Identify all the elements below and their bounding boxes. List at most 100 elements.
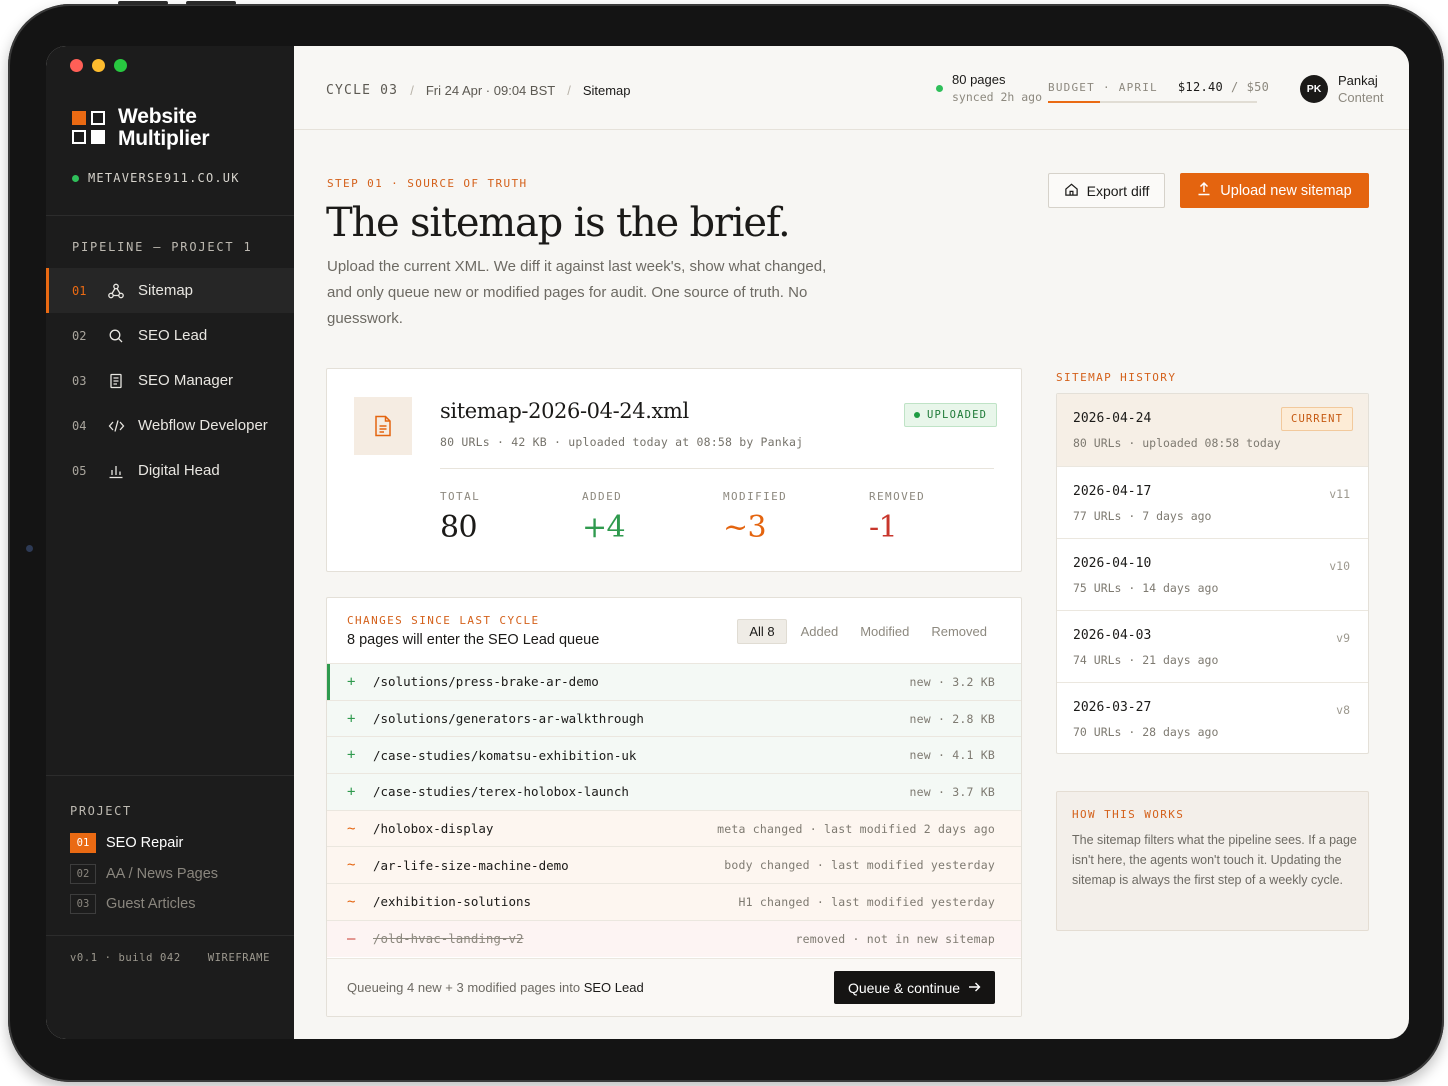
change-info: removed · not in new sitemap xyxy=(795,931,995,946)
logo-mark-icon xyxy=(72,111,106,145)
stat-label: REMOVED xyxy=(869,490,926,503)
change-row[interactable]: + /case-studies/komatsu-exhibition-uk ne… xyxy=(327,736,1021,774)
history-meta: 77 URLs · 7 days ago xyxy=(1073,509,1212,523)
main-content: CYCLE 03 / Fri 24 Apr · 09:04 BST / Site… xyxy=(294,46,1409,1039)
upload-sitemap-label: Upload new sitemap xyxy=(1220,182,1352,199)
tab-all[interactable]: All 8 xyxy=(737,619,787,644)
nav-item-sitemap[interactable]: 01 Sitemap xyxy=(46,268,294,313)
version-label: v0.1 · build 042 xyxy=(70,952,181,964)
status-dot-icon xyxy=(914,412,920,418)
minimize-window-button[interactable] xyxy=(92,59,105,72)
file-icon xyxy=(354,397,412,455)
mode-label: WIREFRAME xyxy=(207,952,270,964)
change-info: new · 3.2 KB xyxy=(909,674,995,689)
change-row[interactable]: ~ /exhibition-solutions H1 changed · las… xyxy=(327,883,1021,920)
breadcrumb-date[interactable]: Fri 24 Apr · 09:04 BST xyxy=(426,83,555,98)
history-version: v11 xyxy=(1329,487,1350,501)
history-item[interactable]: 2026-04-24 80 URLs · uploaded 08:58 toda… xyxy=(1057,394,1368,466)
change-path: /holobox-display xyxy=(373,821,494,837)
project-number: 01 xyxy=(70,833,96,854)
change-row[interactable]: ~ /holobox-display meta changed · last m… xyxy=(327,809,1021,847)
change-row[interactable]: + /case-studies/terex-holobox-launch new… xyxy=(327,773,1021,810)
budget-label: BUDGET xyxy=(1048,80,1095,94)
nav-item-number: 02 xyxy=(72,328,87,343)
breadcrumb-current: Sitemap xyxy=(582,83,631,98)
arrow-right-icon xyxy=(968,980,981,996)
code-icon xyxy=(108,418,138,434)
project-number: 02 xyxy=(70,863,96,884)
history-meta: 74 URLs · 21 days ago xyxy=(1073,653,1219,667)
change-path: /solutions/generators-ar-walkthrough xyxy=(373,711,644,727)
queue-continue-button[interactable]: Queue & continue xyxy=(834,971,995,1004)
project-number: 03 xyxy=(70,894,96,915)
file-name: sitemap-2026-04-24.xml xyxy=(440,399,689,423)
history-version: v9 xyxy=(1336,631,1350,645)
history-label: SITEMAP HISTORY xyxy=(1056,371,1177,384)
nav-item-digital-head[interactable]: 05 Digital Head xyxy=(46,448,294,493)
modified-icon: ~ xyxy=(347,857,356,874)
history-date: 2026-04-03 xyxy=(1073,628,1152,643)
camera xyxy=(26,545,33,552)
divider xyxy=(46,215,294,216)
nav-item-seo-lead[interactable]: 02 SEO Lead xyxy=(46,313,294,358)
budget-meter: BUDGET · APRIL $12.40 / $50 xyxy=(1048,80,1269,103)
brand-name: Website Multiplier xyxy=(118,105,210,150)
maximize-window-button[interactable] xyxy=(114,59,127,72)
budget-progress-bar xyxy=(1048,101,1257,103)
nav-item-webflow-developer[interactable]: 04 Webflow Developer xyxy=(46,403,294,448)
upload-icon xyxy=(1197,181,1211,200)
how-it-works-text: The sitemap filters what the pipeline se… xyxy=(1072,833,1357,887)
document-icon xyxy=(108,373,138,389)
project-item-news-pages[interactable]: 02 AA / News Pages xyxy=(70,859,218,890)
tab-added[interactable]: Added xyxy=(793,619,847,644)
project-label-text: AA / News Pages xyxy=(106,865,219,882)
stat-label: TOTAL xyxy=(440,490,481,503)
removed-icon: – xyxy=(347,930,356,947)
breadcrumb-separator: / xyxy=(410,83,414,98)
divider xyxy=(46,775,294,776)
step-eyebrow: STEP 01 · SOURCE OF TRUTH xyxy=(327,177,528,190)
breadcrumb-cycle[interactable]: CYCLE 03 xyxy=(326,83,398,98)
search-icon xyxy=(108,328,138,344)
change-info: new · 2.8 KB xyxy=(909,711,995,726)
nav-item-label: SEO Lead xyxy=(138,327,208,344)
nav-item-seo-manager[interactable]: 03 SEO Manager xyxy=(46,358,294,403)
file-meta: 80 URLs · 42 KB · uploaded today at 08:5… xyxy=(440,435,804,449)
home-icon xyxy=(1064,182,1079,200)
history-item[interactable]: 2026-03-27 70 URLs · 28 days ago v8 xyxy=(1057,682,1368,754)
queue-summary: Queueing 4 new + 3 modified pages into S… xyxy=(347,980,644,995)
budget-slash: / xyxy=(1231,80,1239,94)
page-title: The sitemap is the brief. xyxy=(326,200,791,246)
project-label: PROJECT xyxy=(70,804,132,818)
history-item[interactable]: 2026-04-17 77 URLs · 7 days ago v11 xyxy=(1057,466,1368,538)
user-menu[interactable]: PK Pankaj Content xyxy=(1300,73,1384,105)
export-diff-button[interactable]: Export diff xyxy=(1048,173,1165,208)
tab-modified[interactable]: Modified xyxy=(852,619,917,644)
change-path: /ar-life-size-machine-demo xyxy=(373,857,569,873)
history-item[interactable]: 2026-04-03 74 URLs · 21 days ago v9 xyxy=(1057,610,1368,682)
topbar: CYCLE 03 / Fri 24 Apr · 09:04 BST / Site… xyxy=(294,46,1409,130)
history-version: v10 xyxy=(1329,559,1350,573)
change-row[interactable]: + /solutions/generators-ar-walkthrough n… xyxy=(327,699,1021,737)
close-window-button[interactable] xyxy=(70,59,83,72)
change-row[interactable]: + /solutions/press-brake-ar-demo new · 3… xyxy=(327,663,1021,700)
project-item-guest-articles[interactable]: 03 Guest Articles xyxy=(70,889,218,920)
tab-removed[interactable]: Removed xyxy=(923,619,995,644)
change-row[interactable]: ~ /ar-life-size-machine-demo body change… xyxy=(327,846,1021,884)
project-label-text: Guest Articles xyxy=(106,896,196,913)
stat-total: TOTAL 80 xyxy=(440,490,480,545)
stat-modified: MODIFIED ~3 xyxy=(723,490,787,545)
budget-spent: $12.40 xyxy=(1177,80,1224,94)
how-it-works-label: HOW THIS WORKS xyxy=(1072,808,1185,821)
change-row[interactable]: – /old-hvac-landing-v2 removed · not in … xyxy=(327,919,1021,957)
changes-title: 8 pages will enter the SEO Lead queue xyxy=(347,632,600,648)
stat-value: 80 xyxy=(440,510,478,545)
upload-sitemap-button[interactable]: Upload new sitemap xyxy=(1180,173,1369,208)
change-info: meta changed · last modified 2 days ago xyxy=(717,821,995,836)
change-info: body changed · last modified yesterday xyxy=(724,858,995,873)
history-item[interactable]: 2026-04-10 75 URLs · 14 days ago v10 xyxy=(1057,538,1368,610)
sync-time: synced 2h ago xyxy=(952,90,1043,104)
project-item-seo-repair[interactable]: 01 SEO Repair xyxy=(70,828,218,859)
sidebar: Website Multiplier METAVERSE911.CO.UK PI… xyxy=(46,46,294,1039)
budget-progress-fill xyxy=(1048,101,1100,103)
